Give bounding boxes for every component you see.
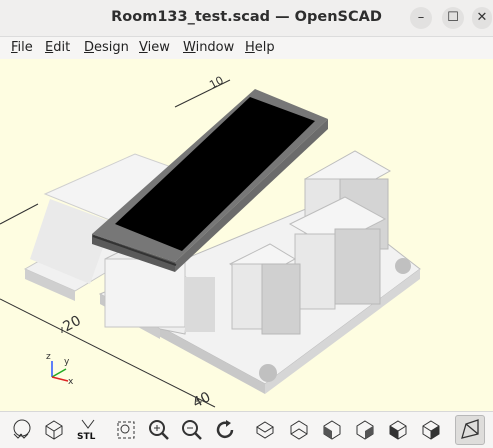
minimize-button[interactable]: – (410, 7, 432, 29)
model-render: 20 40 10 z y x (0, 74, 421, 411)
render-icon[interactable] (42, 418, 66, 442)
ruler-label-20: 20 (61, 313, 84, 335)
menu-bar: File Edit Design View Window Help (0, 37, 493, 58)
right-view-icon[interactable] (353, 418, 377, 442)
svg-text:y: y (64, 357, 70, 367)
menu-edit[interactable]: Edit (45, 40, 70, 55)
ruler-label-40: 40 (190, 389, 213, 411)
openscad-window: Room133_test.scad — OpenSCAD – ☐ ✕ File … (0, 0, 493, 447)
reset-view-icon[interactable] (213, 418, 237, 442)
top-view-icon[interactable] (253, 418, 277, 442)
front-view-icon[interactable] (386, 418, 410, 442)
left-view-icon[interactable] (320, 418, 344, 442)
preview-icon[interactable] (10, 418, 34, 442)
menu-file[interactable]: File (11, 40, 33, 55)
perspective-icon (461, 419, 479, 439)
view-toolbar: STL (0, 411, 493, 447)
bottom-view-icon[interactable] (287, 418, 311, 442)
close-button[interactable]: ✕ (472, 7, 492, 29)
view-all-icon[interactable] (114, 418, 138, 442)
menu-view[interactable]: View (139, 40, 170, 55)
svg-text:x: x (68, 377, 74, 387)
zoom-out-icon[interactable] (180, 418, 204, 442)
menu-help[interactable]: Help (245, 40, 275, 55)
svg-text:STL: STL (77, 432, 96, 442)
export-stl-icon[interactable]: STL (76, 418, 100, 442)
back-view-icon[interactable] (419, 418, 443, 442)
axis-gizmo: z y x (46, 352, 74, 387)
maximize-button[interactable]: ☐ (442, 7, 464, 29)
menu-design[interactable]: Design (84, 40, 129, 55)
zoom-in-icon[interactable] (147, 418, 171, 442)
3d-viewport[interactable]: 20 40 10 z y x (0, 59, 493, 411)
svg-text:z: z (46, 352, 51, 362)
perspective-button[interactable] (455, 415, 485, 445)
ruler-label-10: 10 (207, 74, 225, 92)
title-bar: Room133_test.scad — OpenSCAD – ☐ ✕ (0, 0, 493, 37)
menu-window[interactable]: Window (183, 40, 234, 55)
